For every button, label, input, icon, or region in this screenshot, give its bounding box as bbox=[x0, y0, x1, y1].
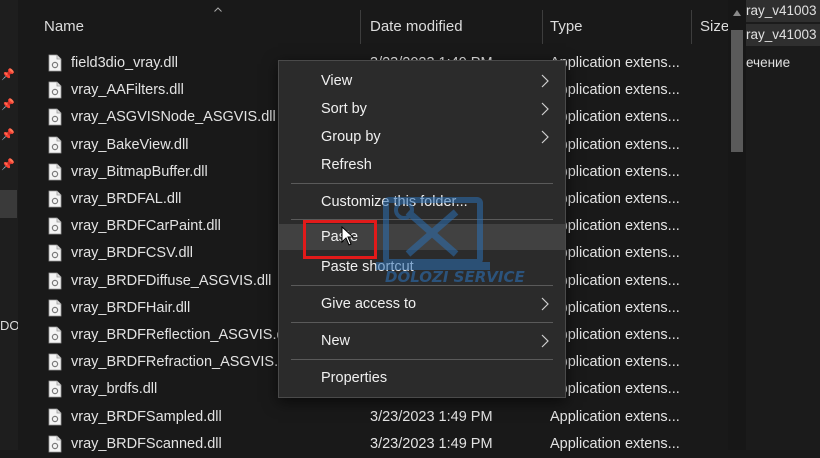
file-row[interactable]: vray_BRDFScanned.dll 3/23/2023 1:49 PM App… bbox=[18, 431, 728, 458]
chevron-right-icon bbox=[541, 74, 549, 88]
pin-icon[interactable]: 📌 bbox=[1, 98, 15, 112]
file-date-modified: 3/23/2023 1:49 PM bbox=[370, 408, 493, 425]
menu-separator bbox=[291, 359, 553, 360]
menu-item-label: View bbox=[321, 73, 353, 89]
file-type: Application extens... bbox=[550, 218, 680, 235]
column-header-name[interactable]: Name bbox=[44, 18, 84, 35]
menu-item-label: New bbox=[321, 333, 351, 349]
dll-file-icon bbox=[48, 435, 62, 453]
scrollbar-thumb[interactable] bbox=[731, 30, 743, 152]
scroll-up-icon[interactable] bbox=[732, 8, 742, 18]
file-type: Application extens... bbox=[550, 435, 680, 452]
file-name: vray_BRDFSampled.dll bbox=[71, 408, 222, 425]
menu-item-group-by[interactable]: Group by bbox=[279, 124, 565, 150]
chevron-right-icon bbox=[541, 102, 549, 116]
pin-icon[interactable]: 📌 bbox=[1, 128, 15, 142]
mouse-cursor-icon bbox=[341, 226, 355, 246]
file-type: Application extens... bbox=[550, 272, 680, 289]
menu-item-refresh[interactable]: Refresh bbox=[279, 152, 565, 178]
chevron-right-icon bbox=[541, 297, 549, 311]
navigation-pane-strip: 📌 📌 📌 📌 DOI bbox=[0, 0, 18, 450]
file-type: Application extens... bbox=[550, 109, 680, 126]
column-header-size[interactable]: Size bbox=[700, 18, 729, 35]
menu-item-properties[interactable]: Properties bbox=[279, 365, 565, 391]
menu-item-new[interactable]: New bbox=[279, 328, 565, 354]
dll-file-icon bbox=[48, 380, 62, 398]
file-type: Application extens... bbox=[550, 327, 680, 343]
dll-file-icon bbox=[48, 353, 62, 371]
pin-icon[interactable]: 📌 bbox=[1, 68, 15, 82]
file-type: Application extens... bbox=[550, 299, 680, 316]
file-type: Application extens... bbox=[550, 245, 680, 262]
highlight-annotation bbox=[303, 220, 377, 259]
menu-item-label: Give access to bbox=[321, 296, 417, 312]
dll-file-icon bbox=[48, 81, 62, 99]
file-row[interactable]: vray_BRDFSampled.dll 3/23/2023 1:49 PM App… bbox=[18, 404, 728, 431]
menu-item-view[interactable]: View bbox=[279, 68, 565, 94]
dll-file-icon bbox=[48, 244, 62, 262]
column-header-date-modified[interactable]: Date modified bbox=[370, 18, 463, 35]
dll-file-icon bbox=[48, 54, 62, 72]
dll-file-icon bbox=[48, 163, 62, 181]
pin-icon[interactable]: 📌 bbox=[1, 158, 15, 172]
column-divider[interactable] bbox=[691, 10, 692, 44]
nav-item-label[interactable]: DOI bbox=[0, 318, 18, 333]
vertical-scrollbar[interactable] bbox=[728, 0, 746, 450]
watermark-text: DOLOZI SERVICE bbox=[385, 268, 525, 286]
file-name: vray_BRDFScanned.dll bbox=[71, 435, 222, 452]
menu-item-label: Refresh bbox=[321, 157, 372, 173]
menu-item-give-access[interactable]: Give access to bbox=[279, 291, 565, 317]
dll-file-icon bbox=[48, 217, 62, 235]
file-type: Application extens... bbox=[550, 354, 680, 371]
file-type: Application extens... bbox=[550, 163, 680, 180]
menu-separator bbox=[291, 183, 553, 184]
dll-file-icon bbox=[48, 272, 62, 289]
right-panel-item[interactable]: ечение bbox=[746, 52, 820, 74]
dll-file-icon bbox=[48, 136, 62, 153]
menu-item-label: Sort by bbox=[321, 101, 367, 117]
column-divider[interactable] bbox=[542, 10, 543, 44]
sort-up-icon bbox=[214, 7, 222, 12]
file-type: Application extens... bbox=[550, 191, 680, 207]
chevron-right-icon bbox=[541, 130, 549, 144]
column-header-bar: Name Date modified Type Size bbox=[18, 0, 729, 50]
file-type: Application extens... bbox=[550, 55, 680, 71]
column-header-type[interactable]: Type bbox=[550, 18, 583, 35]
dll-file-icon bbox=[48, 408, 62, 425]
menu-item-label: Properties bbox=[321, 370, 388, 386]
menu-item-sort-by[interactable]: Sort by bbox=[279, 96, 565, 122]
right-panel-item[interactable]: ray_v41003 bbox=[746, 0, 820, 22]
column-divider[interactable] bbox=[360, 10, 361, 44]
dll-file-icon bbox=[48, 108, 62, 126]
file-date-modified: 3/23/2023 1:49 PM bbox=[370, 435, 493, 452]
menu-item-customize-folder[interactable]: Customize this folder... bbox=[279, 189, 565, 215]
file-type: Application extens... bbox=[550, 82, 680, 99]
dll-file-icon bbox=[48, 326, 62, 344]
right-panel: ray_v41003 ray_v41003 ечение bbox=[746, 0, 820, 450]
chevron-right-icon bbox=[541, 334, 549, 348]
menu-item-label: Customize this folder... bbox=[321, 194, 468, 210]
menu-separator bbox=[291, 322, 553, 323]
dll-file-icon bbox=[48, 190, 62, 208]
menu-item-label: Group by bbox=[321, 129, 381, 145]
nav-selected-item[interactable] bbox=[0, 190, 17, 218]
file-type: Application extens... bbox=[550, 408, 680, 425]
right-panel-item[interactable]: ray_v41003 bbox=[746, 24, 820, 46]
file-type: Application extens... bbox=[550, 381, 680, 398]
file-type: Application extens... bbox=[550, 136, 680, 153]
dll-file-icon bbox=[48, 299, 62, 317]
